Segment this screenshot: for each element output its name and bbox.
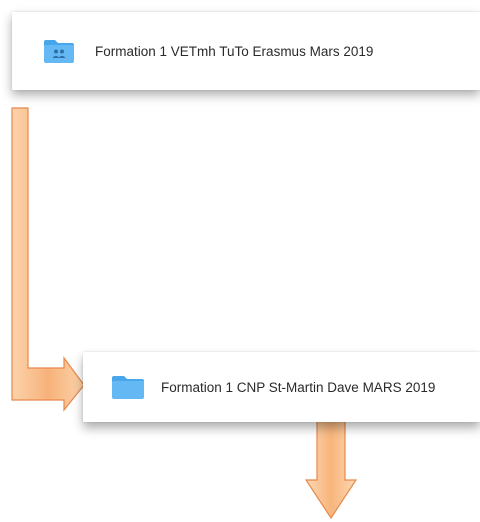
bent-arrow-shape <box>11 107 85 412</box>
folder-name: Formation 1 VETmh TuTo Erasmus Mars 2019 <box>95 43 374 59</box>
shared-folder-icon <box>43 38 75 64</box>
folder-icon <box>111 374 145 400</box>
folder-name: Formation 1 CNP St-Martin Dave MARS 2019 <box>161 379 436 395</box>
down-arrow-shape <box>304 405 358 520</box>
screenshot-canvas: Formation 1 VETmh TuTo Erasmus Mars 2019… <box>0 0 480 522</box>
folder-row-cnp[interactable]: Formation 1 CNP St-Martin Dave MARS 2019 <box>83 352 480 422</box>
folder-row-vetmh[interactable]: Formation 1 VETmh TuTo Erasmus Mars 2019 <box>12 12 480 90</box>
